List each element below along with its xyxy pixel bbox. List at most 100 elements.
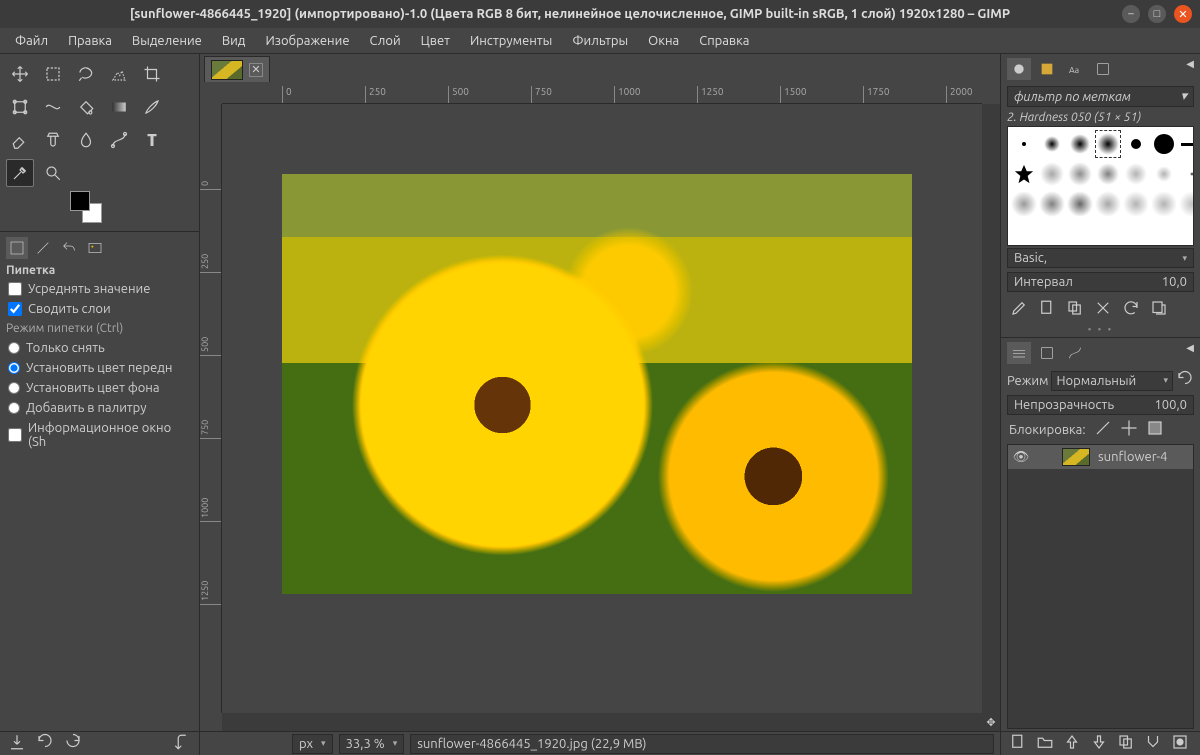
warp-tool[interactable]: [39, 93, 67, 121]
unit-select[interactable]: px: [292, 734, 333, 754]
opt-set-bg[interactable]: Установить цвет фона: [0, 378, 199, 398]
panel-menu-icon[interactable]: ◀: [1186, 58, 1194, 80]
lock-pixels-icon[interactable]: [1094, 419, 1112, 440]
open-brush-icon[interactable]: [1149, 298, 1169, 318]
tool-options-title: Пипетка: [0, 262, 199, 279]
opt-palette[interactable]: Добавить в палитру: [0, 398, 199, 418]
h-ruler[interactable]: 0 250 500 750 1000 1250 1500 1750 2000: [222, 82, 982, 104]
new-layer-icon[interactable]: [1009, 733, 1027, 754]
v-scrollbar[interactable]: [982, 104, 1000, 713]
menu-help[interactable]: Справка: [690, 31, 758, 51]
gradient-tool[interactable]: [105, 93, 133, 121]
paths-tab[interactable]: [1063, 342, 1087, 364]
restore-icon[interactable]: [36, 733, 54, 754]
dock-tabs: [0, 234, 199, 262]
layer-name[interactable]: sunflower-4: [1098, 450, 1167, 464]
reset-icon[interactable]: [173, 733, 191, 754]
menu-select[interactable]: Выделение: [123, 31, 211, 51]
group-icon[interactable]: [1036, 733, 1054, 754]
fuzzy-select-tool[interactable]: [105, 60, 133, 88]
opt-set-fg[interactable]: Установить цвет передн: [0, 358, 199, 378]
minimize-button[interactable]: –: [1122, 5, 1140, 23]
menu-windows[interactable]: Окна: [639, 31, 688, 51]
lower-icon[interactable]: [1090, 733, 1108, 754]
canvas[interactable]: [282, 174, 912, 594]
close-button[interactable]: ✕: [1174, 5, 1192, 23]
fg-color[interactable]: [70, 191, 90, 211]
raise-icon[interactable]: [1063, 733, 1081, 754]
opt-info-window[interactable]: Информационное окно (Sh: [0, 418, 199, 452]
opt-average[interactable]: Усреднять значение: [0, 279, 199, 299]
rect-select-tool[interactable]: [39, 60, 67, 88]
h-scrollbar[interactable]: [222, 713, 982, 731]
brush-preset-select[interactable]: Basic,: [1007, 248, 1194, 268]
edit-brush-icon[interactable]: [1009, 298, 1029, 318]
menu-color[interactable]: Цвет: [412, 31, 459, 51]
smudge-tool[interactable]: [72, 126, 100, 154]
brushes-tab[interactable]: [1007, 58, 1031, 80]
lock-alpha-icon[interactable]: [1146, 419, 1164, 440]
nav-icon[interactable]: ✥: [982, 713, 1000, 731]
patterns-tab[interactable]: [1035, 58, 1059, 80]
lock-position-icon[interactable]: [1120, 419, 1138, 440]
crop-tool[interactable]: [138, 60, 166, 88]
history-tab[interactable]: [1091, 58, 1115, 80]
brush-spacing[interactable]: Интервал10,0: [1007, 272, 1194, 292]
tab-close-icon[interactable]: ✕: [249, 63, 263, 77]
merge-icon[interactable]: [1144, 733, 1162, 754]
menu-view[interactable]: Вид: [213, 31, 255, 51]
layers-tab[interactable]: [1007, 342, 1031, 364]
bucket-tool[interactable]: [72, 93, 100, 121]
menu-filters[interactable]: Фильтры: [563, 31, 637, 51]
fonts-tab[interactable]: Aa: [1063, 58, 1087, 80]
maximize-button[interactable]: □: [1148, 5, 1166, 23]
opt-merge[interactable]: Сводить слои: [0, 299, 199, 319]
eraser-tool[interactable]: [6, 126, 34, 154]
drag-handle-icon[interactable]: • • •: [1001, 322, 1200, 337]
file-tab[interactable]: ✕: [204, 56, 270, 82]
menu-tools[interactable]: Инструменты: [461, 31, 561, 51]
transform-tool[interactable]: [6, 93, 34, 121]
mode-reset-icon[interactable]: [1176, 370, 1194, 391]
menu-image[interactable]: Изображение: [256, 31, 358, 51]
tool-options-tab[interactable]: [6, 237, 28, 259]
brush-grid[interactable]: [1007, 126, 1194, 246]
brushes-tabs: Aa ◀: [1001, 54, 1200, 84]
panel-menu2-icon[interactable]: ◀: [1186, 342, 1194, 364]
dup-brush-icon[interactable]: [1065, 298, 1085, 318]
path-tool[interactable]: [105, 126, 133, 154]
mask-icon[interactable]: [1171, 733, 1189, 754]
save-preset-icon[interactable]: [8, 733, 26, 754]
dup-layer-icon[interactable]: [1117, 733, 1135, 754]
blend-mode-select[interactable]: Нормальный: [1051, 371, 1173, 391]
layer-row[interactable]: 👁 sunflower-4: [1008, 445, 1193, 469]
brush-filter[interactable]: фильтр по меткам▾: [1007, 86, 1194, 107]
clone-tool[interactable]: [39, 126, 67, 154]
v-ruler[interactable]: 0 250 500 750 1000 1250: [200, 104, 222, 713]
device-tab[interactable]: [32, 237, 54, 259]
opacity-slider[interactable]: Непрозрачность100,0: [1007, 395, 1194, 415]
delete-icon[interactable]: [64, 733, 82, 754]
zoom-tool[interactable]: [39, 159, 67, 187]
text-tool[interactable]: [138, 126, 166, 154]
layer-thumb-icon: [1062, 448, 1090, 466]
new-brush-icon[interactable]: [1037, 298, 1057, 318]
visibility-icon[interactable]: 👁: [1012, 450, 1030, 465]
opt-pick[interactable]: Только снять: [0, 338, 199, 358]
del-brush-icon[interactable]: [1093, 298, 1113, 318]
layers-list[interactable]: 👁 sunflower-4: [1007, 444, 1194, 729]
move-tool[interactable]: [6, 60, 34, 88]
undo-tab[interactable]: [58, 237, 80, 259]
zoom-select[interactable]: 33,3 %: [339, 734, 405, 754]
lasso-tool[interactable]: [72, 60, 100, 88]
menu-edit[interactable]: Правка: [59, 31, 121, 51]
menu-file[interactable]: Файл: [6, 31, 57, 51]
brush-tool[interactable]: [138, 93, 166, 121]
channels-tab[interactable]: [1035, 342, 1059, 364]
refresh-brush-icon[interactable]: [1121, 298, 1141, 318]
viewport[interactable]: [222, 104, 982, 713]
color-picker-tool[interactable]: [6, 159, 34, 187]
fg-bg-colors[interactable]: [0, 189, 199, 229]
menu-layer[interactable]: Слой: [361, 31, 410, 51]
images-tab[interactable]: [84, 237, 106, 259]
